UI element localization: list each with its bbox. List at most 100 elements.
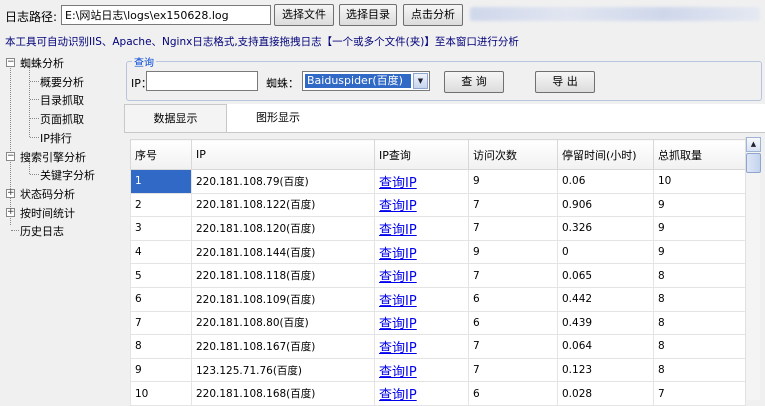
cell-ip[interactable]: 220.181.108.168(百度) — [191, 381, 375, 406]
cell-stay-time[interactable]: 0.028 — [557, 381, 654, 406]
cell-ip[interactable]: 123.125.71.76(百度) — [191, 357, 375, 383]
dropdown-arrow-icon[interactable]: ▼ — [413, 73, 428, 89]
cell-stay-time[interactable]: 0.442 — [557, 286, 654, 312]
cell-total-crawl[interactable]: 9 — [653, 216, 746, 241]
cell-visits[interactable]: 7 — [468, 334, 558, 359]
ip-lookup-link[interactable]: 查询IP — [379, 365, 417, 380]
cell-stay-time[interactable]: 0.326 — [557, 216, 654, 241]
cell-index[interactable]: 3 — [130, 216, 192, 241]
cell-stay-time[interactable]: 0.065 — [557, 263, 654, 288]
cell-ip[interactable]: 220.181.108.122(百度) — [191, 192, 375, 218]
table-row[interactable]: 7 220.181.108.80(百度) 查询IP 6 0.439 8 — [130, 310, 746, 336]
cell-total-crawl[interactable]: 8 — [653, 286, 746, 312]
column-header-total-crawl[interactable]: 总抓取量 — [653, 139, 746, 170]
cell-total-crawl[interactable]: 8 — [653, 334, 746, 359]
table-row[interactable]: 1 220.181.108.79(百度) 查询IP 9 0.06 10 — [130, 169, 746, 194]
select-directory-button[interactable]: 选择目录 — [339, 4, 397, 26]
cell-stay-time[interactable]: 0.06 — [557, 169, 654, 194]
table-row[interactable]: 8 220.181.108.167(百度) 查询IP 7 0.064 8 — [130, 334, 746, 359]
cell-total-crawl[interactable]: 8 — [653, 310, 746, 336]
ip-lookup-link[interactable]: 查询IP — [379, 270, 417, 285]
log-path-input[interactable] — [61, 5, 271, 25]
column-header-ip[interactable]: IP — [191, 139, 375, 170]
tree-item-directory-crawl[interactable]: 目录抓取 — [40, 92, 84, 108]
collapse-toggle-icon[interactable]: − — [6, 58, 15, 67]
tab-data-display[interactable]: 数据显示 — [124, 104, 227, 132]
select-file-button[interactable]: 选择文件 — [274, 4, 334, 26]
cell-visits[interactable]: 7 — [468, 263, 558, 288]
tree-item-search-engine-analysis[interactable]: 搜索引擎分析 — [20, 149, 86, 165]
cell-index[interactable]: 4 — [130, 239, 192, 265]
cell-stay-time[interactable]: 0.906 — [557, 192, 654, 218]
cell-index[interactable]: 7 — [130, 310, 192, 336]
cell-index[interactable]: 8 — [130, 334, 192, 359]
cell-index[interactable]: 1 — [130, 169, 192, 194]
ip-lookup-link[interactable]: 查询IP — [379, 199, 417, 214]
tree-item-status-code-analysis[interactable]: 状态码分析 — [20, 186, 75, 202]
cell-index[interactable]: 9 — [130, 357, 192, 383]
expand-toggle-icon[interactable]: + — [6, 208, 15, 217]
cell-ip[interactable]: 220.181.108.109(百度) — [191, 286, 375, 312]
cell-ip[interactable]: 220.181.108.80(百度) — [191, 310, 375, 336]
cell-total-crawl[interactable]: 8 — [653, 357, 746, 383]
ip-lookup-link[interactable]: 查询IP — [379, 294, 417, 309]
ip-lookup-link[interactable]: 查询IP — [379, 388, 417, 403]
scrollbar-thumb[interactable] — [746, 153, 761, 173]
cell-stay-time[interactable]: 0.064 — [557, 334, 654, 359]
tree-item-history-log[interactable]: 历史日志 — [20, 223, 64, 239]
ip-lookup-link[interactable]: 查询IP — [379, 317, 417, 332]
cell-total-crawl[interactable]: 9 — [653, 192, 746, 218]
cell-index[interactable]: 2 — [130, 192, 192, 218]
table-row[interactable]: 9 123.125.71.76(百度) 查询IP 7 0.123 8 — [130, 357, 746, 383]
ip-lookup-link[interactable]: 查询IP — [379, 176, 417, 191]
cell-ip[interactable]: 220.181.108.120(百度) — [191, 216, 375, 241]
table-row[interactable]: 4 220.181.108.144(百度) 查询IP 9 0 9 — [130, 239, 746, 265]
cell-ip[interactable]: 220.181.108.118(百度) — [191, 263, 375, 288]
tree-item-keyword-analysis[interactable]: 关键字分析 — [40, 167, 95, 183]
cell-visits[interactable]: 7 — [468, 216, 558, 241]
cell-visits[interactable]: 9 — [468, 239, 558, 265]
cell-ip[interactable]: 220.181.108.167(百度) — [191, 334, 375, 359]
column-header-ip-lookup[interactable]: IP查询 — [374, 139, 469, 170]
cell-index[interactable]: 5 — [130, 263, 192, 288]
spider-select[interactable]: Baiduspider(百度) ▼ — [302, 71, 430, 91]
export-button[interactable]: 导 出 — [535, 71, 595, 93]
cell-total-crawl[interactable]: 10 — [653, 169, 746, 194]
cell-visits[interactable]: 6 — [468, 310, 558, 336]
cell-index[interactable]: 10 — [130, 381, 192, 406]
column-header-visits[interactable]: 访问次数 — [468, 139, 558, 170]
tab-chart-display[interactable]: 图形显示 — [228, 104, 328, 132]
cell-total-crawl[interactable]: 9 — [653, 239, 746, 265]
table-row[interactable]: 5 220.181.108.118(百度) 查询IP 7 0.065 8 — [130, 263, 746, 288]
cell-total-crawl[interactable]: 7 — [653, 381, 746, 406]
vertical-scrollbar[interactable]: ▲ — [745, 137, 761, 400]
cell-visits[interactable]: 6 — [468, 381, 558, 406]
cell-visits[interactable]: 7 — [468, 357, 558, 383]
tree-item-ip-ranking[interactable]: IP排行 — [40, 130, 72, 146]
ip-lookup-link[interactable]: 查询IP — [379, 223, 417, 238]
table-row[interactable]: 2 220.181.108.122(百度) 查询IP 7 0.906 9 — [130, 192, 746, 218]
cell-visits[interactable]: 7 — [468, 192, 558, 218]
cell-stay-time[interactable]: 0.123 — [557, 357, 654, 383]
analyze-button[interactable]: 点击分析 — [403, 4, 463, 26]
ip-input[interactable] — [146, 71, 258, 91]
cell-total-crawl[interactable]: 8 — [653, 263, 746, 288]
tree-item-page-crawl[interactable]: 页面抓取 — [40, 111, 84, 127]
cell-stay-time[interactable]: 0 — [557, 239, 654, 265]
table-row[interactable]: 10 220.181.108.168(百度) 查询IP 6 0.028 7 — [130, 381, 746, 406]
scroll-up-icon[interactable]: ▲ — [746, 137, 761, 152]
column-header-stay-time[interactable]: 停留时间(小时) — [557, 139, 654, 170]
cell-ip[interactable]: 220.181.108.79(百度) — [191, 169, 375, 194]
ip-lookup-link[interactable]: 查询IP — [379, 247, 417, 262]
cell-index[interactable]: 6 — [130, 286, 192, 312]
tree-item-spider-analysis[interactable]: 蜘蛛分析 — [20, 55, 64, 71]
cell-stay-time[interactable]: 0.439 — [557, 310, 654, 336]
cell-ip[interactable]: 220.181.108.144(百度) — [191, 239, 375, 265]
cell-visits[interactable]: 6 — [468, 286, 558, 312]
collapse-toggle-icon[interactable]: − — [6, 152, 15, 161]
column-header-index[interactable]: 序号 — [130, 139, 192, 170]
table-row[interactable]: 3 220.181.108.120(百度) 查询IP 7 0.326 9 — [130, 216, 746, 241]
table-row[interactable]: 6 220.181.108.109(百度) 查询IP 6 0.442 8 — [130, 286, 746, 312]
ip-lookup-link[interactable]: 查询IP — [379, 341, 417, 356]
tree-item-overview[interactable]: 概要分析 — [40, 74, 84, 90]
